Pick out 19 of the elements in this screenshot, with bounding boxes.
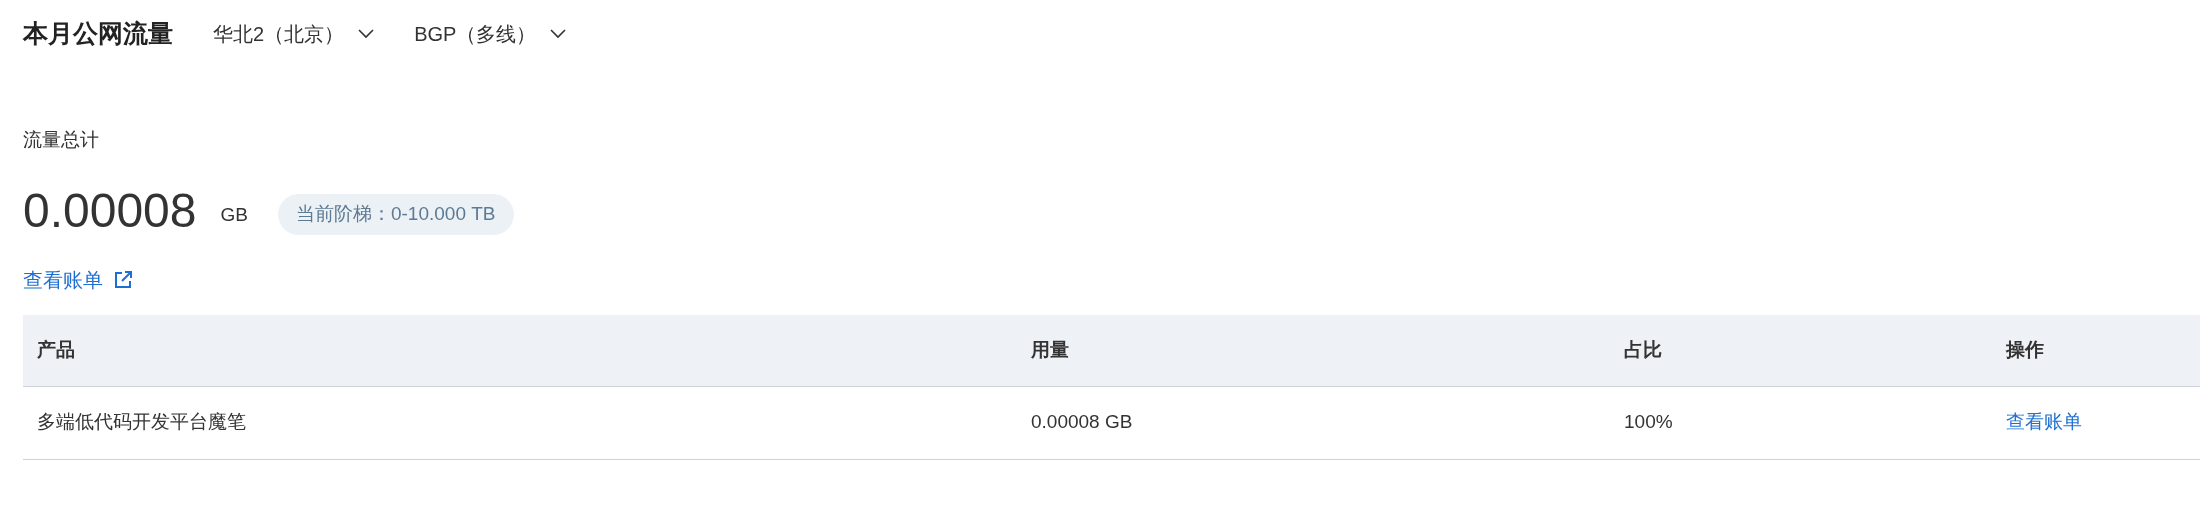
- page-title: 本月公网流量: [23, 18, 173, 50]
- external-link-icon: [113, 269, 133, 290]
- dropdown[interactable]: BGP（多线）: [414, 19, 567, 49]
- view-bill-link[interactable]: 查看账单: [23, 264, 133, 295]
- dropdown[interactable]: 华北2（北京）: [213, 19, 375, 49]
- chevron-down-icon: [550, 29, 567, 39]
- unit-label: GB: [220, 203, 248, 228]
- view-bill-link[interactable]: 查看账单: [2006, 411, 2082, 433]
- tier-badge: 当前阶梯：0-10.000 TB: [277, 194, 514, 235]
- table-cell: 0.00008 GB: [1031, 411, 1133, 433]
- column-header: 操作: [2006, 338, 2044, 360]
- table-cell: 多端低代码开发平台魔笔: [37, 411, 246, 433]
- column-header: 用量: [1031, 338, 1069, 360]
- table-cell: 100%: [1624, 411, 1673, 433]
- column-header: 产品: [37, 338, 75, 360]
- total-value: 0.00008: [23, 186, 197, 235]
- column-header: 占比: [1624, 338, 1662, 360]
- total-label: 流量总计: [23, 128, 100, 152]
- chevron-down-icon: [358, 29, 375, 39]
